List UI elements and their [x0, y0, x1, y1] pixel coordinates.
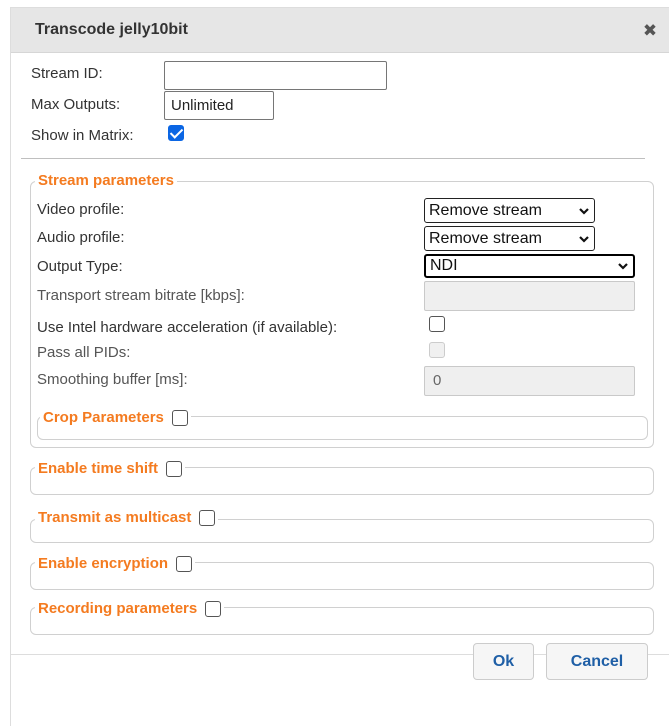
output-type-label: Output Type: [37, 258, 123, 275]
show-in-matrix-label: Show in Matrix: [31, 127, 134, 144]
video-profile-select[interactable]: Remove stream [424, 198, 595, 223]
multicast-legend-text: Transmit as multicast [38, 509, 192, 526]
multicast-checkbox[interactable] [199, 509, 216, 526]
recording-checkbox[interactable] [205, 600, 222, 617]
show-in-matrix-checkbox[interactable] [168, 125, 184, 141]
crop-parameters-legend-text: Crop Parameters [43, 409, 164, 426]
intel-hw-checkbox[interactable] [429, 316, 445, 332]
transport-bitrate-label: Transport stream bitrate [kbps]: [37, 287, 245, 304]
recording-legend-text: Recording parameters [38, 600, 198, 617]
max-outputs-label: Max Outputs: [31, 96, 121, 113]
max-outputs-input[interactable] [164, 91, 274, 120]
video-profile-value: Remove stream [429, 201, 542, 219]
chevron-down-icon [579, 235, 589, 243]
dialog-titlebar[interactable]: Transcode jelly10bit ✖ [11, 8, 669, 53]
divider [21, 158, 645, 159]
smoothing-buffer-label: Smoothing buffer [ms]: [37, 371, 188, 388]
multicast-legend: Transmit as multicast [35, 509, 219, 526]
stream-id-input[interactable] [164, 61, 387, 90]
time-shift-checkbox[interactable] [166, 460, 183, 477]
stream-parameters-legend-text: Stream parameters [38, 172, 174, 189]
smoothing-buffer-input[interactable]: 0 [424, 366, 635, 396]
encryption-legend-text: Enable encryption [38, 555, 169, 572]
pass-pids-checkbox[interactable] [429, 342, 445, 358]
encryption-checkbox[interactable] [176, 555, 193, 572]
crop-parameters-legend: Crop Parameters [40, 409, 191, 426]
transport-bitrate-input[interactable] [424, 281, 635, 311]
close-icon[interactable]: ✖ [639, 20, 661, 42]
stream-parameters-legend: Stream parameters [35, 172, 177, 189]
encryption-legend: Enable encryption [35, 555, 196, 572]
time-shift-legend-text: Enable time shift [38, 460, 159, 477]
audio-profile-select[interactable]: Remove stream [424, 226, 595, 251]
stream-id-label: Stream ID: [31, 65, 103, 82]
video-profile-label: Video profile: [37, 201, 125, 218]
audio-profile-value: Remove stream [429, 229, 542, 247]
output-type-select[interactable]: NDI [424, 254, 635, 278]
time-shift-legend: Enable time shift [35, 460, 186, 477]
dialog-title: Transcode jelly10bit [35, 21, 188, 38]
pass-pids-label: Pass all PIDs: [37, 344, 131, 361]
ok-button[interactable]: Ok [473, 643, 534, 680]
intel-hw-label: Use Intel hardware acceleration (if avai… [37, 319, 338, 336]
chevron-down-icon [579, 207, 589, 215]
recording-legend: Recording parameters [35, 600, 225, 617]
chevron-down-icon [618, 263, 628, 270]
crop-parameters-checkbox[interactable] [171, 409, 188, 426]
cancel-button[interactable]: Cancel [546, 643, 648, 680]
audio-profile-label: Audio profile: [37, 229, 125, 246]
output-type-value: NDI [430, 257, 458, 274]
